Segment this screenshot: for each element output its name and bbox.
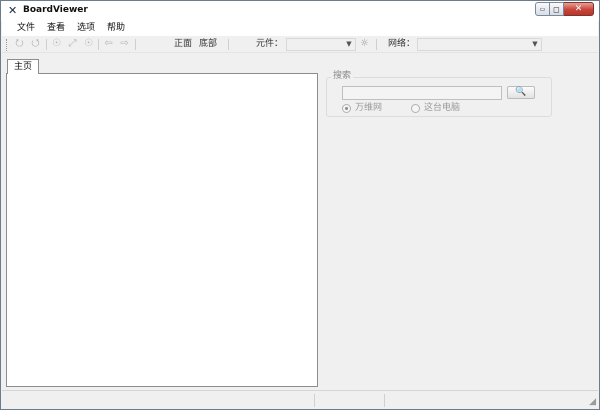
zoom-area-icon[interactable]: ☉ (50, 38, 63, 50)
net-combo[interactable]: ▼ (417, 38, 542, 51)
radio-web-label: 万维网 (355, 103, 383, 113)
search-button[interactable]: 🔍 (507, 86, 535, 99)
chevron-down-icon[interactable]: ▼ (344, 39, 354, 50)
front-side-button[interactable]: 正面 (174, 39, 192, 50)
toolbar-separator (46, 39, 47, 50)
net-label: 网络： (388, 39, 416, 49)
component-combo[interactable]: ▼ (286, 38, 356, 51)
boardviewer-window: ✕ BoardViewer ▭ ◻ ✕ 文件 查看 选项 帮助 ⭮ ⭯ ☉ ⤢ … (0, 0, 600, 410)
toolbar-separator (376, 39, 377, 50)
home-content-pane[interactable] (6, 73, 318, 387)
title-bar[interactable]: ✕ BoardViewer ▭ ◻ ✕ (1, 1, 599, 21)
toolbar-separator (135, 39, 136, 50)
toolbar-separator (228, 39, 229, 50)
close-button[interactable]: ✕ (564, 2, 594, 16)
bulb-icon[interactable]: ☼ (358, 38, 371, 50)
menu-options[interactable]: 选项 (71, 21, 101, 36)
zoom-window-icon[interactable]: ☉ (82, 38, 95, 50)
radio-this-pc-indicator[interactable] (411, 104, 420, 113)
radio-web-indicator[interactable] (342, 104, 351, 113)
window-title: BoardViewer (23, 5, 88, 15)
radio-web[interactable]: 万维网 (342, 103, 382, 114)
fit-screen-icon[interactable]: ⤢ (66, 38, 79, 50)
back-arrow-icon[interactable]: ⇦ (102, 38, 115, 50)
maximize-button[interactable]: ◻ (550, 2, 564, 16)
minimize-icon: ▭ (539, 5, 546, 13)
menu-bar: 文件 查看 选项 帮助 (2, 21, 598, 36)
search-icon: 🔍 (515, 87, 527, 97)
toolbar: ⭮ ⭯ ☉ ⤢ ☉ ⇦ ⇨ 正面 底部 元件： ▼ ☼ 网络： ▼ (2, 36, 598, 53)
close-icon: ✕ (574, 3, 583, 14)
bottom-side-button[interactable]: 底部 (199, 39, 217, 50)
zoom-out-icon[interactable]: ⭯ (29, 38, 42, 50)
radio-this-pc-label: 这台电脑 (424, 103, 461, 113)
zoom-in-icon[interactable]: ⭮ (13, 38, 26, 50)
caption-buttons: ▭ ◻ ✕ (535, 2, 594, 16)
chevron-down-icon[interactable]: ▼ (530, 39, 540, 50)
search-input[interactable] (342, 86, 502, 100)
menu-file[interactable]: 文件 (11, 21, 41, 36)
radio-this-pc[interactable]: 这台电脑 (411, 103, 460, 114)
resize-grip-icon[interactable]: ◢ (586, 397, 596, 407)
status-divider (384, 394, 385, 407)
tab-home[interactable]: 主页 (7, 59, 39, 74)
menu-view[interactable]: 查看 (41, 21, 71, 36)
status-bar: ◢ (2, 390, 598, 409)
maximize-icon: ◻ (553, 4, 560, 14)
forward-arrow-icon[interactable]: ⇨ (118, 38, 131, 50)
component-label: 元件： (256, 39, 284, 49)
menu-help[interactable]: 帮助 (101, 21, 131, 36)
status-divider (314, 394, 315, 407)
toolbar-separator (98, 39, 99, 50)
app-logo-icon: ✕ (8, 4, 18, 17)
search-group-label: 搜索 (331, 71, 354, 82)
toolbar-grip[interactable] (6, 39, 8, 51)
minimize-button[interactable]: ▭ (535, 2, 550, 16)
